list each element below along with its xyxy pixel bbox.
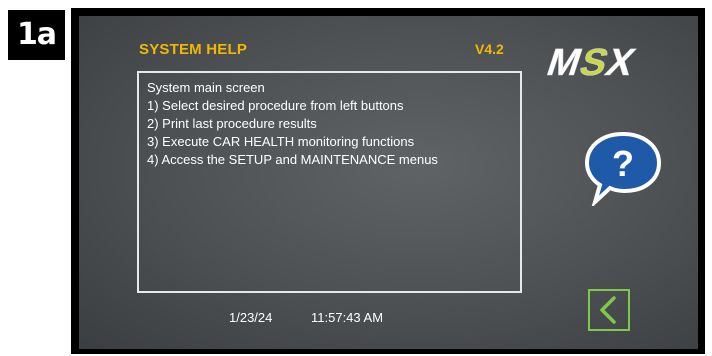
date-display: 1/23/24 [229,310,273,325]
help-glyph: ? [612,143,634,184]
figure-label: 1a [8,10,65,60]
time-display: 11:57:43 AM [311,310,384,325]
help-line: System main screen [147,80,265,95]
help-line: 3) Execute CAR HEALTH monitoring functio… [147,134,415,149]
msx-logo: MSX [542,42,641,84]
chevron-left-icon [600,296,616,324]
system-help-screen: SYSTEM HELP V4.2 MSX System main screen … [79,16,698,349]
help-line: 4) Access the SETUP and MAINTENANCE menu… [147,152,438,167]
svg-text:MSX: MSX [542,42,641,84]
back-button[interactable] [588,289,630,331]
help-question-icon[interactable]: ? [583,130,663,206]
help-line: 1) Select desired procedure from left bu… [147,98,404,113]
screen-title: SYSTEM HELP [139,41,248,58]
help-text-box: System main screen 1) Select desired pro… [137,71,522,293]
help-line: 2) Print last procedure results [147,116,317,131]
version-label: V4.2 [475,41,504,57]
figure: 1a SYSTEM HELP V4.2 MSX System main scre… [0,0,712,356]
